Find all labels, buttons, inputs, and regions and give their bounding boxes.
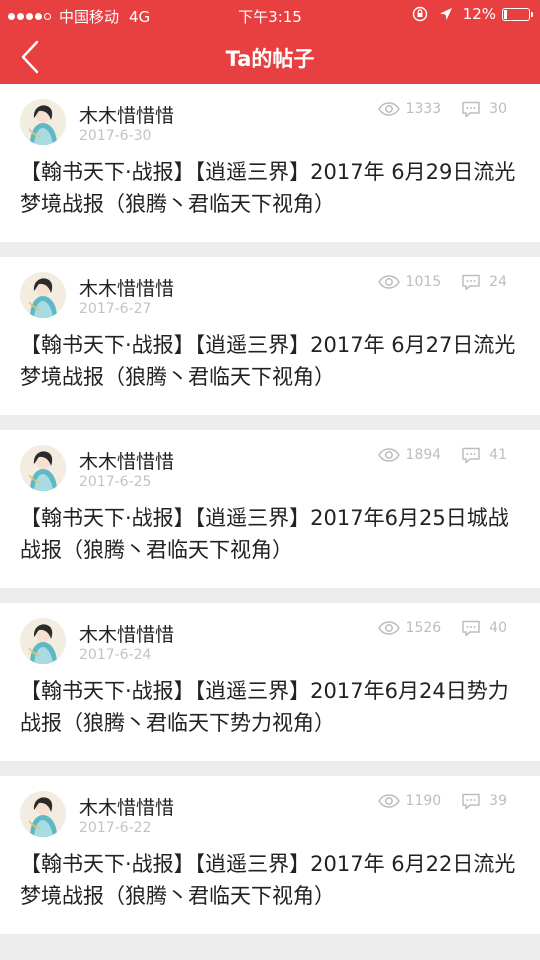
post-stats: 1526 40 [377,620,507,636]
view-count: 1015 [405,274,442,290]
battery-icon [502,7,533,21]
orientation-lock-icon [411,5,429,23]
chevron-left-icon [21,40,39,74]
post-date: 2017-6-24 [79,647,152,663]
author-name[interactable]: 木木惜惜惜 [79,620,174,647]
comment-count: 30 [489,101,507,117]
avatar[interactable] [20,618,66,664]
eye-icon [377,620,400,636]
comment-icon [461,274,483,290]
comment-icon [461,620,483,636]
author-name[interactable]: 木木惜惜惜 [79,274,174,301]
post-stats: 1894 41 [377,447,507,463]
view-count: 1894 [405,447,442,463]
avatar[interactable] [20,791,66,837]
view-count: 1333 [405,101,442,117]
post-stats: 1015 24 [377,274,507,290]
battery-percent: 12% [462,5,496,23]
post-list: 木木惜惜惜 2017-6-30 1333 30 【翰书天下·战报】【逍遥三界】2… [0,84,540,949]
comment-count: 41 [489,447,507,463]
comment-count: 39 [489,793,507,809]
nav-bar: Ta的帖子 [0,30,540,84]
post-card[interactable]: 木木惜惜惜 2017-6-27 1015 24 【翰书天下·战报】【逍遥三界】2… [0,257,540,415]
comment-icon [461,793,483,809]
post-card[interactable]: 木木惜惜惜 2017-6-22 1190 39 【翰书天下·战报】【逍遥三界】2… [0,776,540,934]
view-count: 1190 [405,793,442,809]
author-name[interactable]: 木木惜惜惜 [79,793,174,820]
comment-count: 24 [489,274,507,290]
post-title[interactable]: 【翰书天下·战报】【逍遥三界】2017年6月25日城战战报（狼腾丶君临天下视角） [20,502,520,566]
eye-icon [377,447,400,463]
author-name[interactable]: 木木惜惜惜 [79,101,174,128]
eye-icon [377,101,400,117]
avatar[interactable] [20,445,66,491]
post-stats: 1333 30 [377,101,507,117]
post-title[interactable]: 【翰书天下·战报】【逍遥三界】2017年 6月29日流光梦境战报（狼腾丶君临天下… [20,156,520,220]
comment-icon [461,101,483,117]
avatar[interactable] [20,272,66,318]
comment-icon [461,447,483,463]
post-date: 2017-6-22 [79,820,152,836]
post-card[interactable]: 木木惜惜惜 2017-6-24 1526 40 【翰书天下·战报】【逍遥三界】2… [0,603,540,761]
location-arrow-icon [437,5,455,23]
post-title[interactable]: 【翰书天下·战报】【逍遥三界】2017年 6月27日流光梦境战报（狼腾丶君临天下… [20,329,520,393]
post-stats: 1190 39 [377,793,507,809]
post-title[interactable]: 【翰书天下·战报】【逍遥三界】2017年 6月22日流光梦境战报（狼腾丶君临天下… [20,848,520,912]
author-name[interactable]: 木木惜惜惜 [79,447,174,474]
back-button[interactable] [8,36,52,78]
post-date: 2017-6-30 [79,128,152,144]
comment-count: 40 [489,620,507,636]
view-count: 1526 [405,620,442,636]
eye-icon [377,274,400,290]
post-date: 2017-6-25 [79,474,152,490]
status-bar: 中国移动 4G 下午3:15 12% [0,0,540,30]
post-card[interactable]: 木木惜惜惜 2017-6-30 1333 30 【翰书天下·战报】【逍遥三界】2… [0,84,540,242]
post-title[interactable]: 【翰书天下·战报】【逍遥三界】2017年6月24日势力战报（狼腾丶君临天下势力视… [20,675,520,739]
post-card[interactable]: 木木惜惜惜 2017-6-25 1894 41 【翰书天下·战报】【逍遥三界】2… [0,430,540,588]
avatar[interactable] [20,99,66,145]
post-date: 2017-6-27 [79,301,152,317]
eye-icon [377,793,400,809]
page-title: Ta的帖子 [225,47,315,71]
